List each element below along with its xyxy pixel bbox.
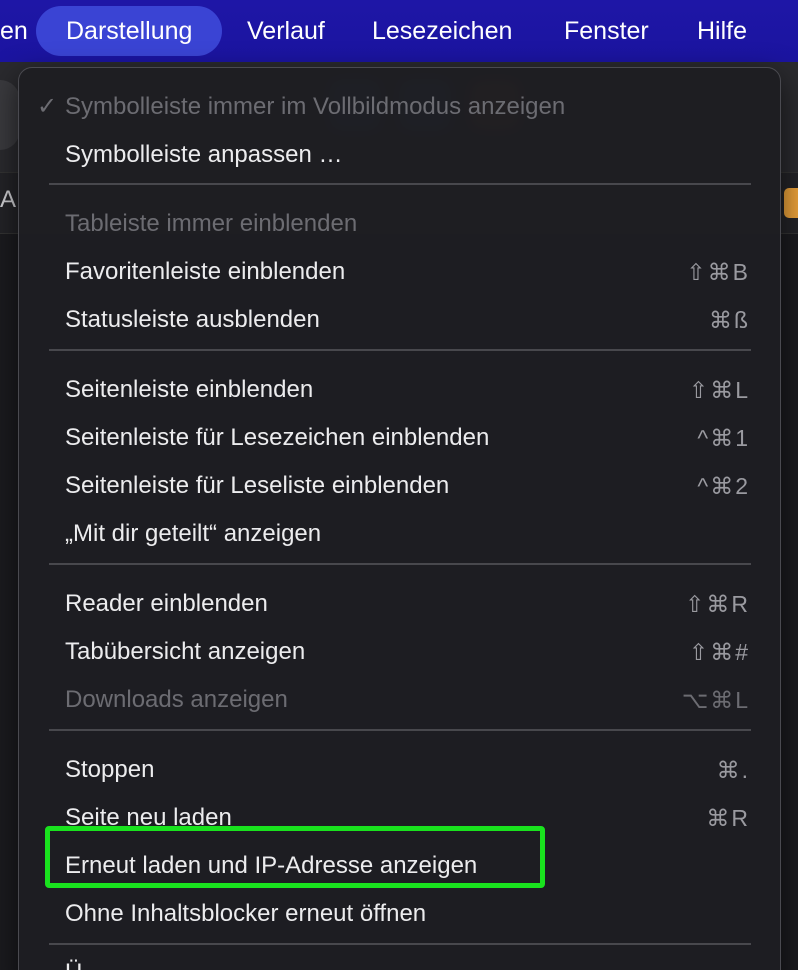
menu-item-label: Ohne Inhaltsblocker erneut öffnen: [65, 900, 427, 927]
menu-separator: [49, 729, 751, 731]
menu-item-en[interactable]: en: [0, 6, 28, 56]
shortcut-label: ⌘.: [716, 757, 750, 783]
menu-item-show-reader[interactable]: Reader einblenden ⇧⌘R: [19, 582, 780, 626]
back-button-blurred: [0, 80, 20, 150]
menu-item-show-sidebar[interactable]: Seitenleiste einblenden ⇧⌘L: [19, 368, 780, 412]
shortcut-label: ⇧⌘L: [688, 377, 750, 403]
menu-item-show-reading-list-sidebar[interactable]: Seitenleiste für Leseliste einblenden ^⌘…: [19, 464, 780, 508]
menu-item-label: Seitenleiste einblenden: [65, 376, 314, 403]
menu-item-label: Favoritenleiste einblenden: [65, 258, 346, 285]
menu-item-label: Seitenleiste für Leseliste einblenden: [65, 472, 450, 499]
tab-label-partial: A: [0, 186, 17, 213]
menu-item-label: Downloads anzeigen: [65, 686, 288, 713]
menu-item-reopen-without-content-blockers[interactable]: Ohne Inhaltsblocker erneut öffnen: [19, 892, 780, 936]
menu-item-label: Stoppen: [65, 756, 155, 783]
shortcut-label: ⇧⌘#: [688, 639, 750, 665]
menu-item-show-bookmarks-sidebar[interactable]: Seitenleiste für Lesezeichen einblenden …: [19, 416, 780, 460]
shortcut-label: ^⌘2: [697, 473, 750, 499]
menu-separator: [49, 349, 751, 351]
menu-item-tab-overview[interactable]: Tabübersicht anzeigen ⇧⌘#: [19, 630, 780, 674]
shortcut-label: ⌘R: [706, 805, 750, 831]
menu-item-lesezeichen[interactable]: Lesezeichen: [372, 6, 512, 56]
menu-separator: [49, 563, 751, 565]
menu-item-label: Ü: [65, 957, 82, 970]
menu-item-label: Symbolleiste immer im Vollbildmodus anze…: [65, 93, 566, 120]
menu-bar: en Darstellung Verlauf Lesezeichen Fenst…: [0, 0, 798, 62]
shortcut-label: ⌘ß: [708, 307, 750, 333]
menu-separator: [49, 183, 751, 185]
extension-badge: [784, 188, 798, 218]
menu-separator: [49, 943, 751, 945]
highlight-box: [45, 826, 545, 888]
menu-item-show-favorites-bar[interactable]: Favoritenleiste einblenden ⇧⌘B: [19, 250, 780, 294]
shortcut-label: ⇧⌘R: [685, 591, 750, 617]
menu-item-partial[interactable]: Ü: [19, 951, 780, 970]
menu-item-label: Symbolleiste anpassen …: [65, 141, 343, 168]
checkmark-icon: ✓: [37, 93, 58, 120]
menu-item-customize-toolbar[interactable]: Symbolleiste anpassen …: [19, 133, 780, 177]
menu-item-label: Statusleiste ausblenden: [65, 306, 320, 333]
menu-item-stop[interactable]: Stoppen ⌘.: [19, 748, 780, 792]
menu-item-hide-status-bar[interactable]: Statusleiste ausblenden ⌘ß: [19, 298, 780, 342]
menu-item-label: „Mit dir geteilt“ anzeigen: [65, 520, 322, 547]
menu-item-verlauf[interactable]: Verlauf: [247, 6, 325, 56]
menu-item-always-show-tabbar[interactable]: Tableiste immer einblenden: [19, 202, 780, 246]
menu-item-label: Seitenleiste für Lesezeichen einblenden: [65, 424, 490, 451]
menu-item-darstellung[interactable]: Darstellung: [36, 6, 223, 56]
menu-item-label: Tabübersicht anzeigen: [65, 638, 306, 665]
menu-item-toolbar-fullscreen[interactable]: ✓ Symbolleiste immer im Vollbildmodus an…: [19, 85, 780, 129]
menu-item-hilfe[interactable]: Hilfe: [697, 6, 747, 56]
shortcut-label: ⌥⌘L: [681, 687, 750, 713]
menu-item-fenster[interactable]: Fenster: [564, 6, 649, 56]
menu-item-show-downloads[interactable]: Downloads anzeigen ⌥⌘L: [19, 678, 780, 722]
shortcut-label: ^⌘1: [697, 425, 750, 451]
shortcut-label: ⇧⌘B: [686, 259, 750, 285]
menu-item-label: Reader einblenden: [65, 590, 268, 617]
menu-item-label: Tableiste immer einblenden: [65, 210, 358, 237]
menu-item-shared-with-you[interactable]: „Mit dir geteilt“ anzeigen: [19, 512, 780, 556]
